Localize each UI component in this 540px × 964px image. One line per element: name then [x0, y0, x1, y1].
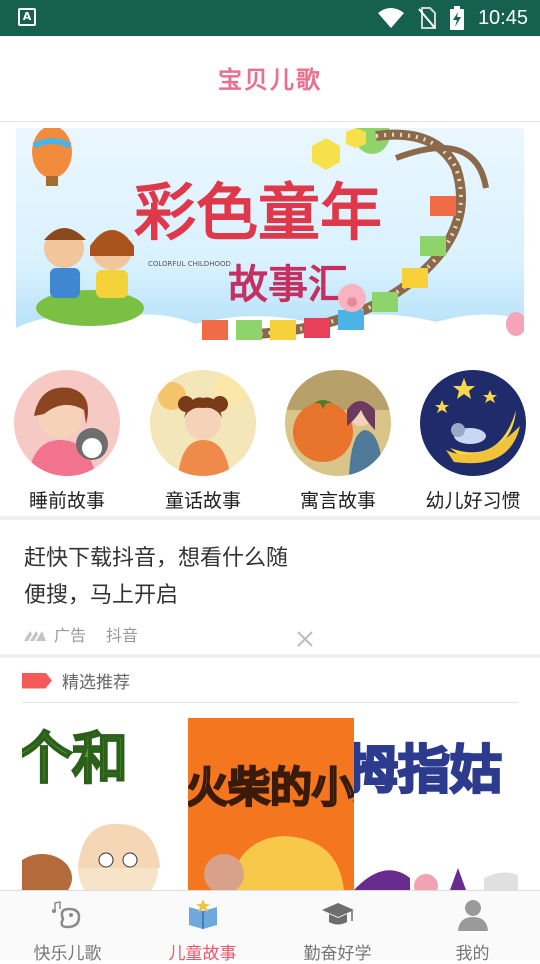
category-label: 寓言故事 — [299, 490, 376, 512]
banner-art-title: 彩色童年 — [134, 176, 382, 249]
banner-illustration: 彩色童年 故事汇 COLORFUL CHILDHOOD — [16, 128, 524, 356]
close-icon[interactable] — [296, 630, 314, 648]
featured-item-title-art: 个和 — [22, 727, 128, 792]
music-note-bird-icon — [51, 901, 80, 929]
ad-meta: 广告 抖音 — [24, 622, 138, 646]
tab-mine[interactable]: 我的 — [405, 891, 540, 964]
page-title: 宝贝儿歌 — [218, 66, 322, 94]
girl-with-cat-icon — [14, 370, 120, 476]
category-fairy-tales[interactable]: 童话故事 — [149, 370, 257, 513]
clock: 10:45 — [477, 6, 528, 29]
featured-title: 精选推荐 — [62, 673, 130, 693]
ad-label: 广告 — [54, 626, 87, 645]
moon-stars-icon — [420, 370, 526, 476]
ad-card[interactable]: 赶快下载抖音，想看什么随 便搜，马上开启 广告 抖音 — [0, 520, 540, 654]
battery-charging-icon — [449, 6, 464, 30]
banner-art-small: COLORFUL CHILDHOOD — [148, 260, 231, 268]
featured-item[interactable]: 拇指姑 — [354, 718, 518, 890]
bottom-tab-bar: 快乐儿歌 儿童故事 勤奋好学 我的 — [0, 890, 540, 964]
tab-kids-stories[interactable]: 儿童故事 — [135, 891, 270, 964]
category-fables[interactable]: 寓言故事 — [284, 370, 392, 513]
user-icon — [457, 900, 488, 931]
banner-art-subtitle: 故事汇 — [228, 262, 348, 308]
banner-carousel[interactable]: 彩色童年 故事汇 COLORFUL CHILDHOOD — [16, 128, 524, 356]
category-label: 童话故事 — [164, 490, 241, 512]
category-label: 睡前故事 — [28, 490, 105, 512]
category-row: 睡前故事 童话故事 寓言故事 幼儿好习惯 — [0, 368, 540, 514]
storybook-icon — [188, 899, 217, 929]
ad-text: 赶快下载抖音，想看什么随 便搜，马上开启 — [24, 540, 354, 614]
featured-item[interactable]: 火柴的小女 — [188, 718, 354, 890]
girl-with-persimmon-icon — [285, 370, 391, 476]
featured-divider — [22, 702, 518, 703]
featured-list: 个和 火柴的小女 拇指姑 — [22, 718, 518, 890]
featured-item-title-art: 拇指姑 — [354, 740, 502, 801]
tab-happy-songs[interactable]: 快乐儿歌 — [0, 891, 135, 964]
ad-logo-icon — [24, 631, 46, 641]
tag-icon — [22, 672, 52, 689]
status-icons: 10:45 — [377, 6, 528, 30]
graduation-cap-icon — [321, 903, 354, 925]
tab-label: 儿童故事 — [168, 944, 237, 964]
featured-section: 精选推荐 个和 火柴的小女 拇指姑 — [0, 658, 540, 890]
category-bedtime-stories[interactable]: 睡前故事 — [13, 370, 121, 513]
featured-item[interactable]: 个和 — [22, 718, 188, 890]
no-sim-icon — [418, 7, 436, 29]
ad-source: 抖音 — [106, 626, 139, 645]
category-good-habits[interactable]: 幼儿好习惯 — [419, 370, 527, 513]
wifi-icon — [377, 8, 404, 28]
featured-item-title-art: 火柴的小女 — [188, 763, 354, 812]
app-header: 宝贝儿歌 — [0, 36, 540, 122]
featured-header: 精选推荐 — [22, 668, 130, 693]
tab-label: 快乐儿歌 — [33, 944, 102, 964]
a-icon: A — [18, 8, 36, 26]
tab-label: 勤奋好学 — [303, 944, 372, 964]
status-bar: A 10:45 — [0, 0, 540, 36]
girl-with-bear-icon — [150, 370, 256, 476]
category-label: 幼儿好习惯 — [425, 490, 521, 512]
ad-text-line2: 便搜，马上开启 — [24, 583, 179, 608]
tab-study-hard[interactable]: 勤奋好学 — [270, 891, 405, 964]
tab-label: 我的 — [455, 944, 490, 964]
ad-text-line1: 赶快下载抖音，想看什么随 — [24, 546, 289, 571]
